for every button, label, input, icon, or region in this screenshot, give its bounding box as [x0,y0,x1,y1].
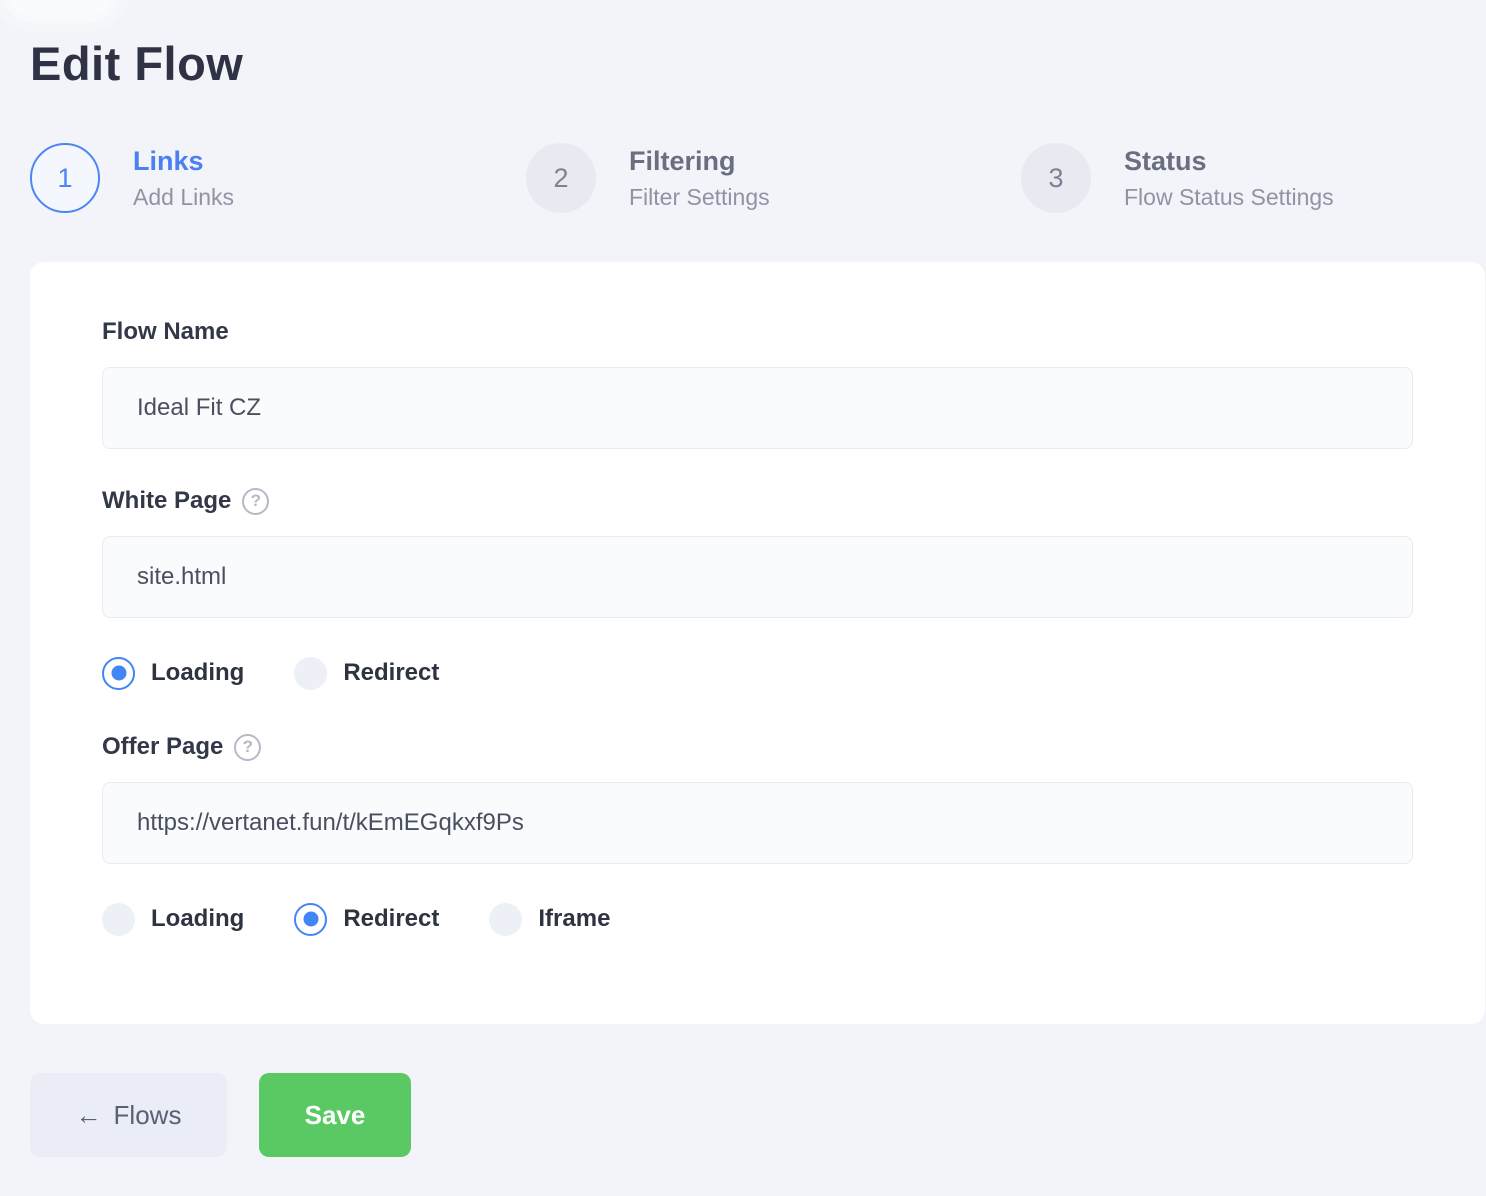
flow-name-label-text: Flow Name [102,318,229,346]
step-status[interactable]: 3 Status Flow Status Settings [1021,143,1334,213]
offer-page-mode-iframe[interactable]: Iframe [489,903,610,936]
radio-label: Redirect [343,659,439,687]
offer-page-mode-group: Loading Redirect Iframe [102,902,1443,936]
question-circle-icon[interactable]: ? [234,734,261,761]
step-2-number-badge: 2 [526,143,596,213]
offer-page-mode-redirect[interactable]: Redirect [294,903,439,936]
page-title: Edit Flow [30,36,243,91]
flow-form-card: Flow Name White Page ? Loading Redirect … [30,262,1485,1024]
step-filtering[interactable]: 2 Filtering Filter Settings [526,143,770,213]
radio-selected-icon[interactable] [294,903,327,936]
white-page-label: White Page ? [102,487,1443,515]
form-actions: ← Flows Save [30,1073,411,1157]
radio-unselected-icon[interactable] [489,903,522,936]
step-1-number-badge: 1 [30,143,100,213]
step-subtitle: Add Links [133,184,234,211]
radio-label: Loading [151,659,244,687]
radio-label: Redirect [343,905,439,933]
offer-page-input[interactable] [102,782,1413,864]
step-title: Status [1124,145,1334,177]
step-number: 1 [57,163,72,194]
offer-page-label-text: Offer Page [102,733,223,761]
flow-name-input[interactable] [102,367,1413,449]
white-page-input[interactable] [102,536,1413,618]
step-subtitle: Flow Status Settings [1124,184,1334,211]
radio-selected-icon[interactable] [102,657,135,690]
white-page-mode-group: Loading Redirect [102,656,1443,690]
left-arrow-icon: ← [76,1100,102,1131]
white-page-label-text: White Page [102,487,231,515]
cutoff-pill-decoration [8,0,114,16]
white-page-mode-loading[interactable]: Loading [102,657,244,690]
step-number: 2 [553,163,568,194]
offer-page-label: Offer Page ? [102,733,1443,761]
step-links[interactable]: 1 Links Add Links [30,143,234,213]
stepper: 1 Links Add Links 2 Filtering Filter Set… [0,143,1486,217]
radio-label: Iframe [538,905,610,933]
offer-page-mode-loading[interactable]: Loading [102,903,244,936]
save-button[interactable]: Save [259,1073,411,1157]
step-3-number-badge: 3 [1021,143,1091,213]
step-subtitle: Filter Settings [629,184,770,211]
radio-label: Loading [151,905,244,933]
white-page-mode-redirect[interactable]: Redirect [294,657,439,690]
back-to-flows-button[interactable]: ← Flows [30,1073,227,1157]
question-circle-icon[interactable]: ? [242,488,269,515]
step-title: Links [133,145,234,177]
radio-unselected-icon[interactable] [294,657,327,690]
step-number: 3 [1048,163,1063,194]
flow-name-label: Flow Name [102,318,1443,346]
radio-unselected-icon[interactable] [102,903,135,936]
back-button-label: Flows [114,1100,182,1131]
step-title: Filtering [629,145,770,177]
